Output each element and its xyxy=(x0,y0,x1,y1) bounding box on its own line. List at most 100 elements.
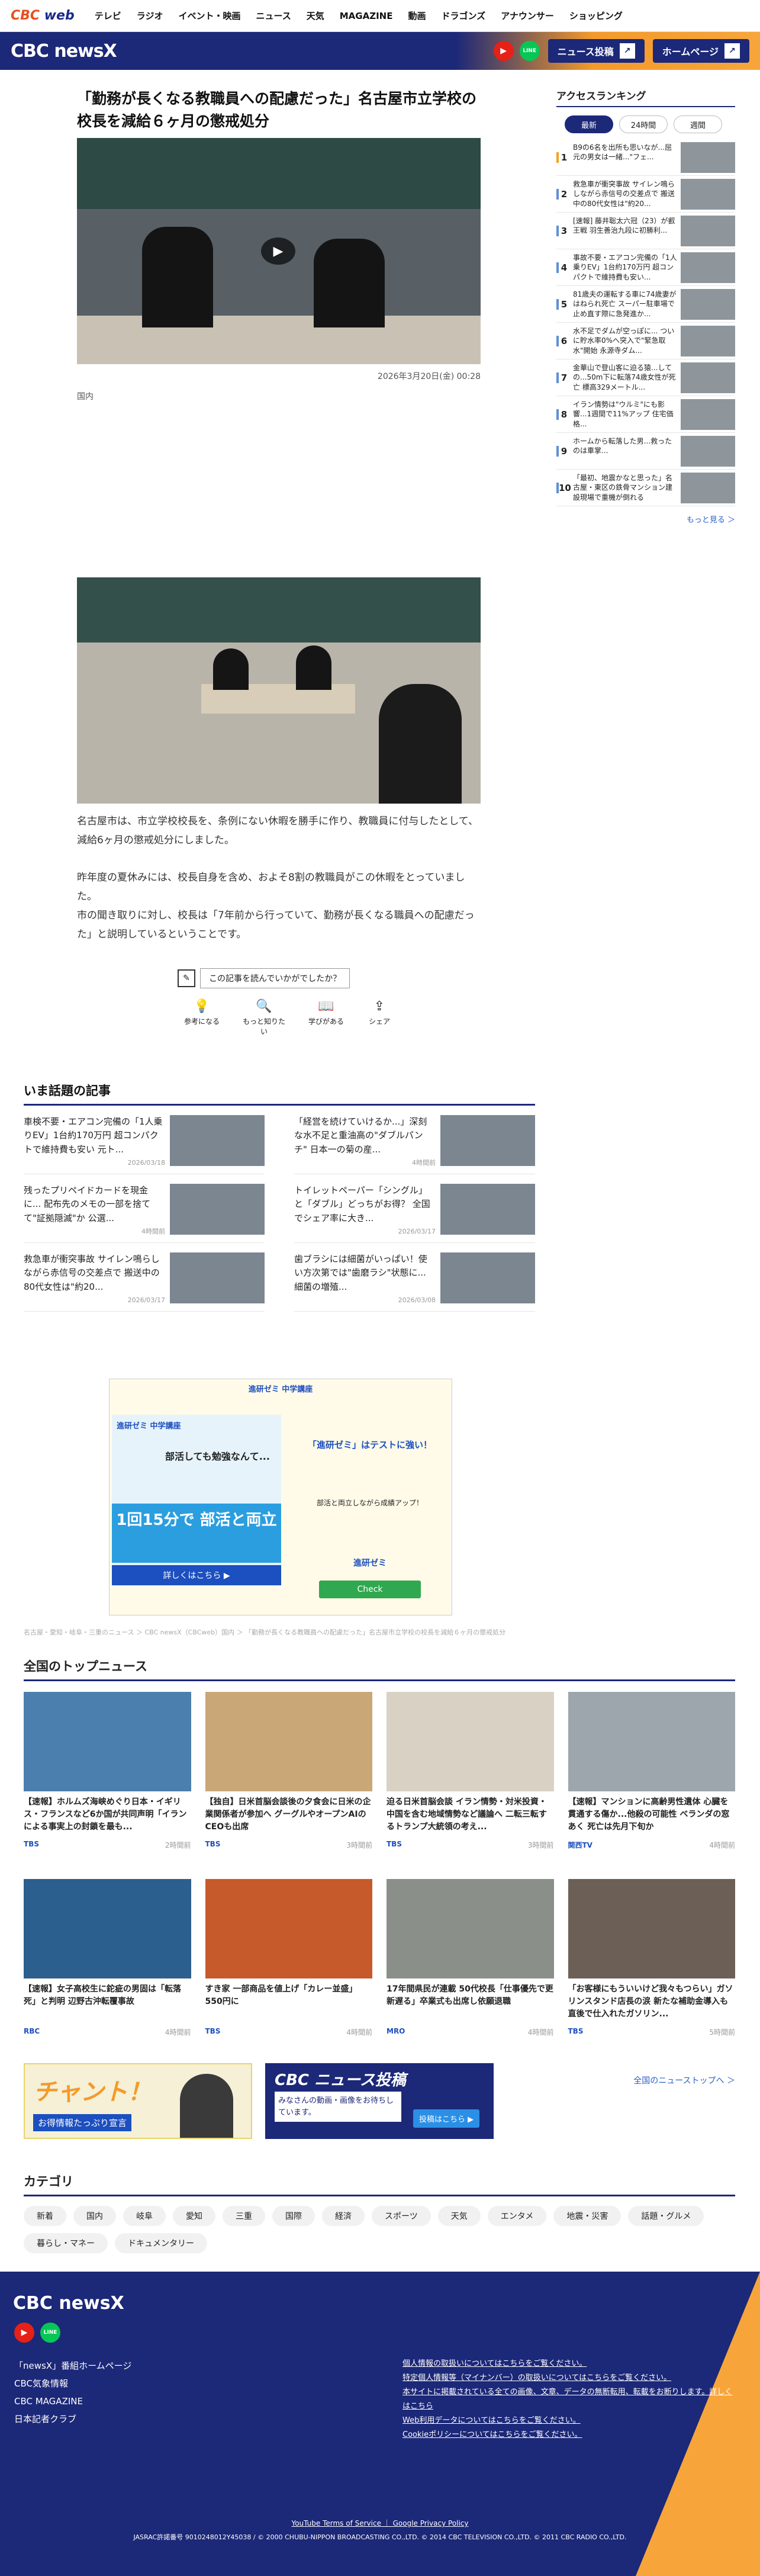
nav-radio[interactable]: ラジオ xyxy=(137,9,163,22)
trending-item[interactable]: 残ったプリペイドカードを現金に... 配布先のメモの一部を捨てて"証拠隠滅"か … xyxy=(24,1174,265,1243)
trending-headline: 救急車が衝突事故 サイレン鳴らしながら赤信号の交差点で 搬送中の80代女性は"約… xyxy=(24,1254,160,1292)
tos-links[interactable]: YouTube Terms of Service ｜ Google Privac… xyxy=(0,2518,760,2528)
category-chip[interactable]: 経済 xyxy=(322,2206,365,2226)
topnews-card[interactable]: 迫る日米首脳会談 イラン情勢・対米投資・中国を含む地域情勢など議論へ 二転三転す… xyxy=(387,1692,554,1879)
ranking-item[interactable]: 7 金華山で登山客に迫る猿...しての...50m下に転落74歳女性が死亡 標高3… xyxy=(556,359,735,396)
article-image xyxy=(77,577,481,804)
topnews-card[interactable]: 17年間県民が連載 50代校長「仕事優先で更新遅る」卒業式も出席し依願退職 MRO… xyxy=(387,1879,554,2066)
ranking-item[interactable]: 8 イラン情勢は"ウルミ"にも影響...1週間で11%アップ 住宅価格... xyxy=(556,396,735,433)
paragraph: 市の聞き取りに対し、校長は「7年前から行っていて、勤務が長くなる職員への配慮だっ… xyxy=(77,910,475,941)
ranking-item[interactable]: 1 B9の6名を出所も思いなが...屈元の男女は一緒..."フェ... xyxy=(556,139,735,176)
newsx-logo[interactable]: CBC newsX xyxy=(11,41,117,62)
tab-24h[interactable]: 24時間 xyxy=(619,115,668,133)
category-chip[interactable]: 暮らし・マネー xyxy=(24,2233,108,2253)
news-post-button[interactable]: ニュース投稿 ↗ xyxy=(548,39,645,63)
topnews-card[interactable]: 「お客様にもういいけど我々もつらい」ガソリンスタンド店長の涙 新たな補助金導入も… xyxy=(568,1879,735,2066)
helpful-button[interactable]: 💡 参考になる xyxy=(181,999,223,1036)
share-button[interactable]: ⇪ シェア xyxy=(365,999,394,1036)
rank-thumbnail xyxy=(681,472,735,503)
ranking-item[interactable]: 9 ホームから転落した男...救ったのは車掌... xyxy=(556,433,735,470)
want-more-button[interactable]: 🔍 もっと知りたい xyxy=(240,999,288,1036)
ranking-item[interactable]: 2 救急車が衝突事故 サイレン鳴らしながら赤信号の交差点で 搬送中の80代女性は"… xyxy=(556,176,735,213)
category-chip[interactable]: 国際 xyxy=(272,2206,315,2226)
ranking-item[interactable]: 5 81歳夫の運転する車に74歳妻がはねられ死亡 スーパー駐車場で止め直す際に急発… xyxy=(556,286,735,323)
ad-banner[interactable]: 進研ゼミ 中学講座 進研ゼミ 中学講座 部活しても勉強なんて... 1回15分で… xyxy=(109,1379,452,1615)
post-banner-button[interactable]: 投稿はこちら ▶ xyxy=(413,2109,480,2128)
footer-link[interactable]: CBC MAGAZINE xyxy=(14,2392,131,2410)
ad-check-button[interactable]: Check xyxy=(319,1581,421,1598)
topnews-caption: 「お客様にもういいけど我々もつらい」ガソリンスタンド店長の涙 新たな補助金導入も… xyxy=(568,1984,733,2019)
tab-latest[interactable]: 最新 xyxy=(565,115,613,133)
topnews-card[interactable]: 【速報】ホルムズ海峡めぐり日本・イギリス・フランスなど6か国が共同声明「イランに… xyxy=(24,1692,191,1879)
ranking-more-link[interactable]: もっと見る ＞ xyxy=(556,513,735,525)
footer-link[interactable]: 「newsX」番組ホームページ xyxy=(14,2357,131,2375)
category-chip[interactable]: 地震・災害 xyxy=(553,2206,621,2226)
nav-tv[interactable]: テレビ xyxy=(95,9,121,22)
nav-announcer[interactable]: アナウンサー xyxy=(501,9,554,22)
ad-detail-button[interactable]: 詳しくはこちら ▶ xyxy=(112,1565,281,1585)
topnews-caption: 【独自】日米首脳会談後の夕食会に日米の企業関係者が参加へ グーグルやオープンAI… xyxy=(205,1797,371,1832)
article-video[interactable]: ▶ xyxy=(77,138,481,364)
ranking-item[interactable]: 4 事故不要・エアコン完備の「1人乗りEV」1台約170万円 超コンパクトで維持費… xyxy=(556,249,735,286)
footer-link[interactable]: CBC気象情報 xyxy=(14,2375,131,2392)
ranking-item[interactable]: 10 「最初、地震かなと思った」名古屋・東区の鉄骨マンション建設現場で重機が倒れる xyxy=(556,470,735,506)
topnews-image xyxy=(387,1879,554,1978)
topnews-time: 2時間前 xyxy=(165,1841,191,1849)
nav-video[interactable]: 動画 xyxy=(408,9,426,22)
learning-button[interactable]: 📖 学びがある xyxy=(305,999,347,1036)
category-chip[interactable]: スポーツ xyxy=(372,2206,431,2226)
nav-shopping[interactable]: ショッピング xyxy=(569,9,623,22)
topnews-time: 4時間前 xyxy=(527,2028,554,2037)
article-category[interactable]: 国内 xyxy=(77,390,481,402)
topnews-image xyxy=(205,1879,372,1978)
rank-title: 81歳夫の運転する車に74歳妻がはねられ死亡 スーパー駐車場で止め直す際に急発進… xyxy=(573,290,677,319)
homepage-button[interactable]: ホームページ ↗ xyxy=(652,39,749,63)
tab-weekly[interactable]: 週間 xyxy=(674,115,722,133)
footer-logo[interactable]: CBC newsX xyxy=(13,2293,124,2314)
policy-link[interactable]: Cookieポリシーについてはこちらをご覧ください。 xyxy=(402,2428,734,2442)
topnews-card[interactable]: すき家 一部商品を値上げ「カレー並盛」550円に TBS 4時間前 xyxy=(205,1879,372,2066)
breadcrumb[interactable]: 名古屋・愛知・岐阜・三重のニュース ＞ CBC newsX（CBCweb）国内 … xyxy=(24,1627,556,1637)
topnews-source: TBS xyxy=(205,2027,221,2035)
youtube-icon[interactable]: ▶ xyxy=(493,41,514,61)
reaction-label: もっと知りたい xyxy=(242,1017,285,1036)
trending-item[interactable]: 歯ブラシには細菌がいっぱい！使い方次第では"歯磨ラシ"状態に... 細菌の増殖.… xyxy=(294,1243,535,1312)
trending-item[interactable]: 「経営を続けていけるか...」深刻な水不足と重油高の"ダブルパンチ" 日本一の菊… xyxy=(294,1106,535,1174)
topnews-card[interactable]: 【速報】女子高校生に鉈疵の男固は「転落死」と判明 辺野古沖転覆事故 RBC 4時間前 xyxy=(24,1879,191,2066)
category-chip[interactable]: ドキュメンタリー xyxy=(115,2233,207,2253)
trending-item[interactable]: トイレットペーパー「シングル」と「ダブル」どっちがお得？ 全国でシェア率に大き.… xyxy=(294,1174,535,1243)
category-chip[interactable]: エンタメ xyxy=(487,2206,547,2226)
chant-banner[interactable]: チャント！ お得情報たっぷり宣言 xyxy=(24,2063,252,2139)
nav-weather[interactable]: 天気 xyxy=(307,9,324,22)
category-chip[interactable]: 岐阜 xyxy=(123,2206,166,2226)
policy-link[interactable]: 個人情報の取扱いについてはこちらをご覧ください。 xyxy=(402,2357,734,2371)
cbc-web-logo[interactable]: CBC web xyxy=(11,8,75,23)
ranking-item[interactable]: 3 [速報] 藤井聡太六冠（23）が叡王戦 羽生善治九段に初勝利... xyxy=(556,213,735,249)
line-icon[interactable]: LINE xyxy=(40,2323,60,2343)
topnews-card[interactable]: 【速報】マンションに高齢男性遺体 心臓を貫通する傷か...他殺の可能性 ベランダ… xyxy=(568,1692,735,1879)
nav-magazine[interactable]: MAGAZINE xyxy=(340,11,393,21)
trending-item[interactable]: 救急車が衝突事故 サイレン鳴らしながら赤信号の交差点で 搬送中の80代女性は"約… xyxy=(24,1243,265,1312)
nav-event[interactable]: イベント・映画 xyxy=(178,9,240,22)
trending-item[interactable]: 車検不要・エアコン完備の「1人乗りEV」1台約170万円 超コンパクトで維持費も… xyxy=(24,1106,265,1174)
category-chip[interactable]: 天気 xyxy=(437,2206,481,2226)
rank-thumbnail xyxy=(681,288,735,320)
topnews-card[interactable]: 【独自】日米首脳会談後の夕食会に日米の企業関係者が参加へ グーグルやオープンAI… xyxy=(205,1692,372,1879)
line-icon[interactable]: LINE xyxy=(519,41,540,61)
category-chip[interactable]: 新着 xyxy=(24,2206,66,2226)
policy-link[interactable]: Web利用データについてはこちらをご覧ください。 xyxy=(402,2414,734,2428)
category-chip[interactable]: 国内 xyxy=(73,2206,116,2226)
policy-link[interactable]: 本サイトに掲載されている全ての画像、文章、データの無断転用、転載をお断りします。… xyxy=(402,2385,734,2414)
topnews-caption: 迫る日米首脳会談 イラン情勢・対米投資・中国を含む地域情勢など議論へ 二転三転す… xyxy=(387,1797,547,1832)
news-post-banner[interactable]: CBC ニュース投稿 みなさんの動画・画像をお待ちしています。 投稿はこちら ▶ xyxy=(265,2063,494,2139)
footer-link[interactable]: 日本記者クラブ xyxy=(14,2410,131,2428)
category-chip[interactable]: 話題・グルメ xyxy=(628,2206,704,2226)
policy-link[interactable]: 特定個人情報等（マイナンバー）の取扱いについてはこちらをご覧ください。 xyxy=(402,2371,734,2385)
category-chip[interactable]: 愛知 xyxy=(173,2206,215,2226)
nav-news[interactable]: ニュース xyxy=(256,9,291,22)
ranking-item[interactable]: 6 水不足でダムが空っぽに... ついに貯水率0%へ突入で"緊急取水"開始 永源寺… xyxy=(556,323,735,359)
youtube-icon[interactable]: ▶ xyxy=(14,2323,34,2343)
play-icon[interactable]: ▶ xyxy=(261,237,295,265)
category-chip[interactable]: 三重 xyxy=(223,2206,265,2226)
nav-dragons[interactable]: ドラゴンズ xyxy=(441,9,485,22)
